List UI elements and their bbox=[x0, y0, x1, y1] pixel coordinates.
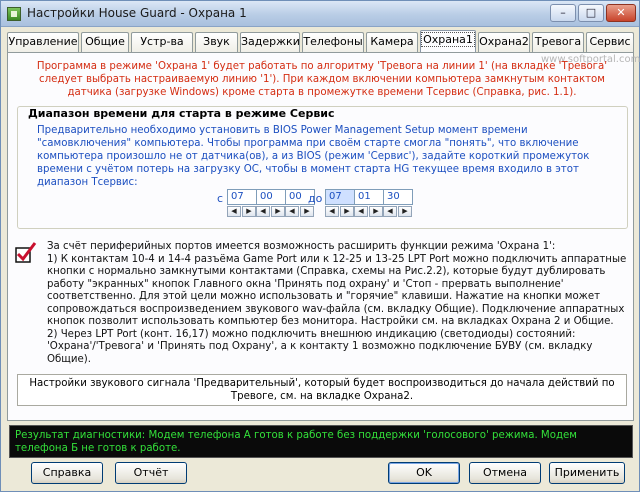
diagnostic-status: Результат диагностики: Модем телефона А … bbox=[9, 425, 633, 458]
spin-right-icon[interactable]: ▶ bbox=[271, 206, 285, 217]
from-hour-spinner: ◀ ▶ bbox=[227, 206, 257, 217]
tab-ohrana2[interactable]: Охрана2 bbox=[478, 32, 530, 52]
service-range-description: Предварительно необходимо установить в B… bbox=[37, 125, 590, 188]
tab-obshie[interactable]: Общие bbox=[81, 32, 129, 52]
spin-left-icon[interactable]: ◀ bbox=[256, 206, 270, 217]
time-to-label: до bbox=[308, 192, 323, 205]
to-second-spinner: ◀ ▶ bbox=[383, 206, 413, 217]
to-minute-spinner: ◀ ▶ bbox=[354, 206, 384, 217]
from-hour-field[interactable]: 07 bbox=[227, 189, 257, 205]
tab-strip: Управление Общие Устр-ва Звук Задержки Т… bbox=[7, 30, 637, 52]
to-second-field[interactable]: 30 bbox=[383, 189, 413, 205]
spin-right-icon[interactable]: ▶ bbox=[300, 206, 314, 217]
tab-trevoga[interactable]: Тревога bbox=[532, 32, 584, 52]
maximize-button[interactable]: □ bbox=[578, 4, 604, 22]
service-range-title: Диапазон времени для старта в режиме Сер… bbox=[25, 107, 338, 120]
from-second-spinner: ◀ ▶ bbox=[285, 206, 315, 217]
title-bar[interactable]: Настройки House Guard - Охрана 1 – □ ✕ bbox=[1, 1, 639, 27]
spin-left-icon[interactable]: ◀ bbox=[325, 206, 339, 217]
report-button[interactable]: Отчёт bbox=[115, 462, 187, 484]
help-button[interactable]: Справка bbox=[31, 462, 103, 484]
tab-ohrana1[interactable]: Охрана1 bbox=[420, 30, 476, 52]
ok-button[interactable]: OK bbox=[388, 462, 460, 484]
app-icon bbox=[7, 7, 21, 21]
from-minute-spinner: ◀ ▶ bbox=[256, 206, 286, 217]
tab-zaderzhki[interactable]: Задержки bbox=[240, 32, 300, 52]
spin-right-icon[interactable]: ▶ bbox=[242, 206, 256, 217]
spin-left-icon[interactable]: ◀ bbox=[227, 206, 241, 217]
spin-left-icon[interactable]: ◀ bbox=[285, 206, 299, 217]
to-hour-spinner: ◀ ▶ bbox=[325, 206, 355, 217]
to-hour-field[interactable]: 07 bbox=[325, 189, 355, 205]
window-title: Настройки House Guard - Охрана 1 bbox=[27, 6, 247, 20]
spin-right-icon[interactable]: ▶ bbox=[340, 206, 354, 217]
tab-servis[interactable]: Сервис bbox=[586, 32, 634, 52]
spin-left-icon[interactable]: ◀ bbox=[354, 206, 368, 217]
tab-ustr-va[interactable]: Устр-ва bbox=[131, 32, 193, 52]
tab-zvuk[interactable]: Звук bbox=[195, 32, 238, 52]
sound-info-box: Настройки звукового сигнала 'Предварител… bbox=[17, 374, 627, 406]
apply-button[interactable]: Применить bbox=[549, 462, 625, 484]
from-minute-field[interactable]: 00 bbox=[256, 189, 286, 205]
tab-telefony[interactable]: Телефоны bbox=[302, 32, 364, 52]
tab-kamera[interactable]: Камера bbox=[366, 32, 418, 52]
spin-right-icon[interactable]: ▶ bbox=[398, 206, 412, 217]
time-from-label: с bbox=[217, 192, 224, 205]
to-minute-field[interactable]: 01 bbox=[354, 189, 384, 205]
checkmark-icon bbox=[15, 242, 37, 263]
close-button[interactable]: ✕ bbox=[606, 4, 636, 22]
intro-text: Программа в режиме 'Охрана 1' будет рабо… bbox=[36, 61, 608, 98]
minimize-button[interactable]: – bbox=[550, 4, 576, 22]
tab-upravlenie[interactable]: Управление bbox=[7, 32, 79, 52]
settings-window: Настройки House Guard - Охрана 1 – □ ✕ У… bbox=[0, 0, 640, 492]
cancel-button[interactable]: Отмена bbox=[469, 462, 541, 484]
spin-left-icon[interactable]: ◀ bbox=[383, 206, 397, 217]
spin-right-icon[interactable]: ▶ bbox=[369, 206, 383, 217]
ports-description: За счёт периферийных портов имеется возм… bbox=[47, 241, 627, 365]
